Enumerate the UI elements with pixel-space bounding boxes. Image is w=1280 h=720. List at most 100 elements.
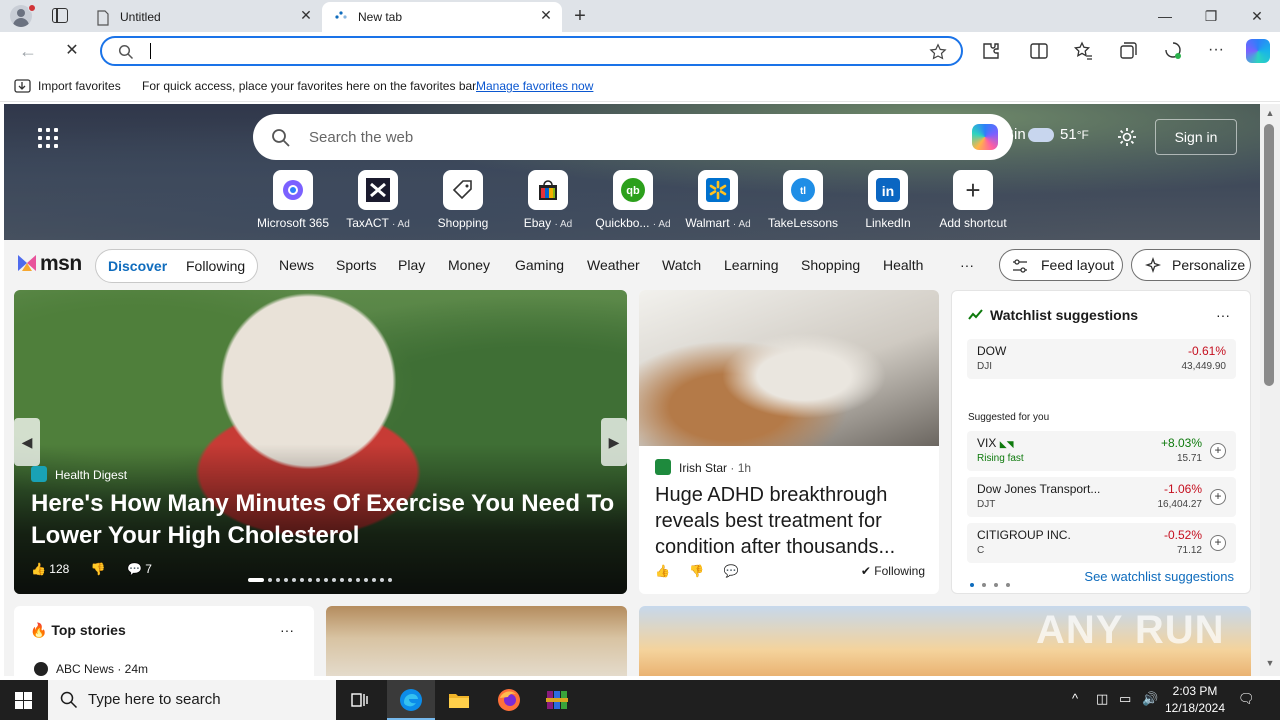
- carousel-prev-button[interactable]: ◀: [14, 418, 40, 466]
- favorites-icon[interactable]: [1072, 40, 1094, 62]
- watchlist-row-djt[interactable]: Dow Jones Transport... DJT -1.06% 16,404…: [967, 477, 1236, 517]
- taskbar-firefox[interactable]: [485, 680, 533, 720]
- featured-article-card[interactable]: ◀ ▶ Health Digest Here's How Many Minute…: [14, 290, 627, 594]
- split-screen-icon[interactable]: [1028, 40, 1050, 62]
- nav-news[interactable]: News: [279, 257, 314, 273]
- comment-icon[interactable]: 💬: [127, 562, 142, 576]
- sign-in-button[interactable]: Sign in: [1155, 119, 1237, 155]
- extensions-icon[interactable]: [980, 40, 1002, 62]
- article-image: [639, 290, 939, 446]
- stock-change: -0.52%: [1163, 528, 1202, 542]
- new-tab-button[interactable]: +: [570, 6, 590, 26]
- nav-sports[interactable]: Sports: [336, 257, 376, 273]
- close-window-button[interactable]: ✕: [1234, 0, 1280, 32]
- like-icon[interactable]: 👍: [31, 562, 46, 576]
- close-tab-icon[interactable]: ✕: [538, 7, 554, 23]
- scroll-down-icon[interactable]: ▼: [1264, 658, 1276, 668]
- watchlist-row-dow[interactable]: DOW DJI -0.61% 43,449.90: [967, 339, 1236, 379]
- taskbar-search-box[interactable]: Type here to search: [48, 680, 336, 720]
- shortcut-takelessons[interactable]: tl TakeLessons: [763, 170, 843, 230]
- copilot-icon[interactable]: [1246, 39, 1270, 63]
- carousel-next-button[interactable]: ▶: [601, 418, 627, 466]
- import-favorites-icon[interactable]: [14, 78, 32, 94]
- shortcut-ebay[interactable]: Ebay · Ad: [508, 170, 588, 230]
- collections-icon[interactable]: [1117, 40, 1139, 62]
- comment-icon[interactable]: 💬: [724, 564, 739, 578]
- close-tab-icon[interactable]: ✕: [298, 7, 314, 23]
- import-favorites-button[interactable]: Import favorites: [38, 79, 121, 93]
- top-stories-more-button[interactable]: ···: [280, 622, 294, 638]
- article-title[interactable]: Here's How Many Minutes Of Exercise You …: [31, 488, 621, 552]
- article-title[interactable]: Huge ADHD breakthrough reveals best trea…: [655, 482, 927, 560]
- feed-layout-button[interactable]: Feed layout: [999, 249, 1123, 281]
- taskbar-winrar[interactable]: [533, 680, 581, 720]
- settings-gear-icon[interactable]: [1116, 126, 1138, 148]
- shortcut-quickbooks[interactable]: qb Quickbo... · Ad: [593, 170, 673, 230]
- nav-money[interactable]: Money: [448, 257, 490, 273]
- dislike-icon[interactable]: 👎: [91, 562, 106, 576]
- following-badge[interactable]: ✔ Following: [861, 564, 925, 578]
- taskbar-file-explorer[interactable]: [435, 680, 483, 720]
- like-icon[interactable]: 👍: [655, 564, 670, 578]
- browser-essentials-icon[interactable]: [1162, 40, 1184, 62]
- see-watchlist-link[interactable]: See watchlist suggestions: [1084, 569, 1234, 584]
- page-scrollbar[interactable]: ▲ ▼: [1260, 104, 1280, 676]
- app-launcher-icon[interactable]: [38, 128, 58, 148]
- dislike-icon[interactable]: 👎: [689, 564, 704, 578]
- stop-loading-button[interactable]: ✕: [58, 38, 86, 64]
- network-icon[interactable]: ▭: [1119, 691, 1131, 707]
- takelessons-icon: tl: [791, 178, 815, 202]
- nav-shopping[interactable]: Shopping: [801, 257, 860, 273]
- show-hidden-icons[interactable]: ^: [1072, 691, 1078, 706]
- meet-now-icon[interactable]: ◫: [1096, 691, 1108, 707]
- tab-following[interactable]: Following: [186, 258, 245, 274]
- shortcut-taxact[interactable]: TaxACT · Ad: [338, 170, 418, 230]
- nav-gaming[interactable]: Gaming: [515, 257, 564, 273]
- shortcut-linkedin[interactable]: in LinkedIn: [848, 170, 928, 230]
- tab-new-tab[interactable]: New tab ✕: [322, 2, 562, 32]
- stock-subtitle: Rising fast: [977, 453, 1024, 464]
- manage-favorites-link[interactable]: Manage favorites now: [476, 79, 593, 93]
- watchlist-more-button[interactable]: ···: [1216, 307, 1230, 323]
- add-to-watchlist-button[interactable]: +: [1210, 489, 1226, 505]
- tab-actions-icon[interactable]: [52, 8, 68, 23]
- nav-play[interactable]: Play: [398, 257, 425, 273]
- nav-weather[interactable]: Weather: [587, 257, 640, 273]
- volume-icon[interactable]: 🔊: [1142, 691, 1158, 707]
- copilot-search-icon[interactable]: [972, 124, 998, 150]
- taskbar-edge[interactable]: [387, 680, 435, 720]
- tab-untitled[interactable]: Untitled ✕: [84, 2, 322, 32]
- address-bar[interactable]: [100, 36, 963, 66]
- watchlist-row-citigroup[interactable]: CITIGROUP INC. C -0.52% 71.12 +: [967, 523, 1236, 563]
- personalize-button[interactable]: Personalize: [1131, 249, 1251, 281]
- task-view-button[interactable]: [336, 680, 384, 720]
- nav-learning[interactable]: Learning: [724, 257, 779, 273]
- restore-button[interactable]: ❐: [1188, 0, 1234, 32]
- notifications-icon[interactable]: 🗨: [1238, 691, 1255, 707]
- add-to-watchlist-button[interactable]: +: [1210, 443, 1226, 459]
- shortcut-microsoft-365[interactable]: Microsoft 365: [253, 170, 333, 230]
- start-button[interactable]: [0, 680, 48, 720]
- scroll-up-icon[interactable]: ▲: [1264, 108, 1276, 118]
- back-button[interactable]: ←: [14, 38, 42, 64]
- watchlist-row-vix[interactable]: VIX ◣◥ Rising fast +8.03% 15.71 +: [967, 431, 1236, 471]
- shortcut-add[interactable]: + Add shortcut: [933, 170, 1013, 230]
- nav-watch[interactable]: Watch: [662, 257, 701, 273]
- nav-health[interactable]: Health: [883, 257, 923, 273]
- suggested-label: Suggested for you: [968, 412, 1050, 423]
- cloud-icon: [1028, 128, 1054, 142]
- web-search-box[interactable]: Search the web: [253, 114, 1013, 160]
- shortcut-shopping[interactable]: Shopping: [423, 170, 503, 230]
- tab-discover[interactable]: Discover: [108, 258, 167, 274]
- add-to-watchlist-button[interactable]: +: [1210, 535, 1226, 551]
- shortcut-walmart[interactable]: Walmart · Ad: [678, 170, 758, 230]
- minimize-button[interactable]: —: [1142, 0, 1188, 32]
- settings-more-icon[interactable]: ···: [1205, 40, 1227, 62]
- msn-logo[interactable]: msn: [16, 252, 82, 276]
- scrollbar-thumb[interactable]: [1264, 124, 1274, 386]
- article-card[interactable]: Irish Star · 1h Huge ADHD breakthrough r…: [639, 290, 939, 594]
- article-image-card[interactable]: [326, 606, 627, 676]
- nav-more-button[interactable]: ···: [960, 257, 974, 273]
- system-clock[interactable]: 2:03 PM 12/18/2024: [1162, 683, 1228, 717]
- favorite-star-icon[interactable]: [929, 43, 947, 61]
